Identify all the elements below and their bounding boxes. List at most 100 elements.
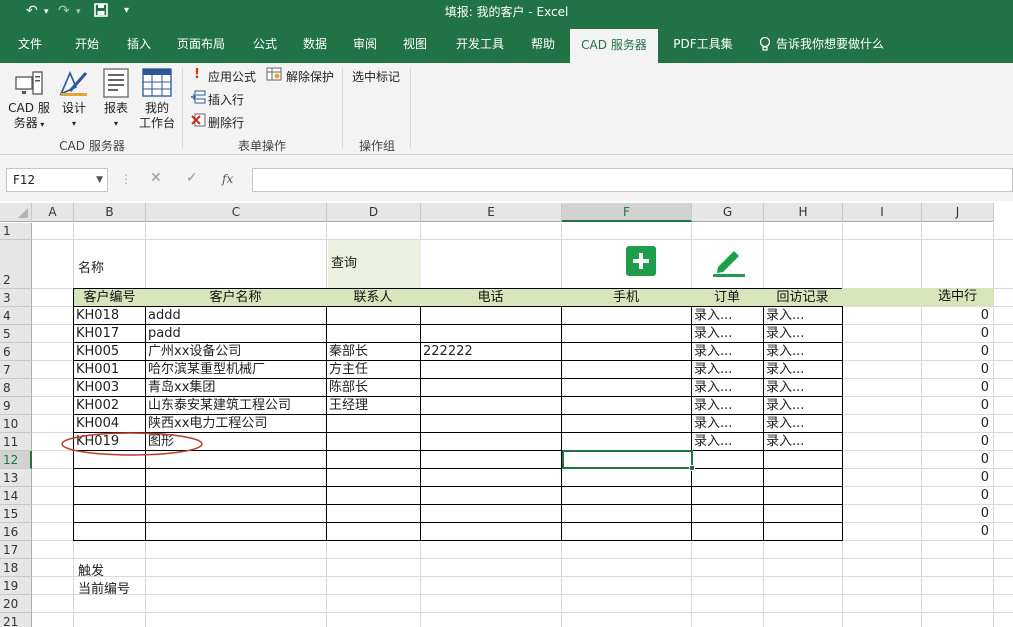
cell-order-link[interactable]: 录入... (694, 397, 764, 414)
tab-help[interactable]: 帮助 (522, 25, 564, 63)
cell-visit-link[interactable]: 录入... (766, 325, 842, 342)
row-header-21[interactable]: 21 (0, 613, 32, 627)
row-header-12[interactable]: 12 (0, 451, 32, 469)
row-header-9[interactable]: 9 (0, 397, 32, 415)
selected-cell[interactable] (562, 450, 695, 471)
cell-order-link[interactable]: 录入... (694, 379, 764, 396)
column-header-g[interactable]: G (692, 203, 764, 222)
row-header-20[interactable]: 20 (0, 595, 32, 613)
select-all-corner[interactable] (0, 203, 32, 222)
cell-customer-name[interactable]: 青岛xx集团 (148, 379, 326, 396)
tab-home[interactable]: 开始 (66, 25, 108, 63)
row-header-18[interactable]: 18 (0, 559, 32, 577)
tab-page-layout[interactable]: 页面布局 (170, 25, 232, 63)
cell-visit-link[interactable]: 录入... (766, 415, 842, 432)
tab-developer[interactable]: 开发工具 (448, 25, 512, 63)
enter-icon[interactable]: ✓ (186, 170, 198, 186)
cell-customer-name[interactable]: 广州xx设备公司 (148, 343, 326, 360)
row-header-8[interactable]: 8 (0, 379, 32, 397)
tab-pdf-tools[interactable]: PDF工具集 (668, 25, 738, 63)
unprotect-button[interactable]: 解除保护 (286, 68, 334, 85)
add-record-button[interactable] (626, 246, 656, 276)
cell-contact[interactable]: 秦部长 (329, 343, 421, 360)
worksheet[interactable]: ABCDEFGHIJ 1 2 3 4 5 6 7 8 9 10 11 12 13 14 15 16 17 18 19… (0, 203, 1013, 627)
edit-pencil-icon[interactable] (712, 245, 746, 280)
apply-formula-button[interactable]: 应用公式 (208, 68, 256, 85)
row-header-11[interactable]: 11 (0, 433, 32, 451)
cell-contact[interactable]: 陈部长 (329, 379, 421, 396)
row-header-13[interactable]: 13 (0, 469, 32, 487)
tab-data[interactable]: 数据 (294, 25, 336, 63)
column-header-c[interactable]: C (146, 203, 327, 222)
cad-server-button[interactable]: CAD 服 务器 ▾ (4, 101, 54, 132)
row-header-3[interactable]: 3 (0, 289, 32, 307)
row-header-2[interactable]: 2 (0, 240, 32, 289)
row-header-17[interactable]: 17 (0, 541, 32, 559)
tab-formulas[interactable]: 公式 (244, 25, 286, 63)
tab-insert[interactable]: 插入 (118, 25, 160, 63)
cell-visit-link[interactable]: 录入... (766, 397, 842, 414)
row-header-5[interactable]: 5 (0, 325, 32, 343)
cell-customer-name[interactable]: 山东泰安某建筑工程公司 (148, 397, 326, 414)
cad-server-icon[interactable] (14, 69, 44, 102)
name-box[interactable]: F12 ▼ (6, 168, 108, 192)
cell-order-link[interactable]: 录入... (694, 361, 764, 378)
cell-visit-link[interactable]: 录入... (766, 379, 842, 396)
cell-visit-link[interactable]: 录入... (766, 307, 842, 324)
cell-customer-id[interactable]: KH017 (76, 325, 146, 342)
column-header-j[interactable]: J (922, 203, 994, 222)
cell-order-link[interactable]: 录入... (694, 343, 764, 360)
row-header-15[interactable]: 15 (0, 505, 32, 523)
tab-view[interactable]: 视图 (394, 25, 436, 63)
cell-customer-name[interactable]: padd (148, 325, 326, 342)
column-header-i[interactable]: I (843, 203, 922, 222)
cell-phone[interactable]: 222222 (423, 343, 561, 360)
insert-row-button[interactable]: 插入行 (208, 91, 244, 108)
tell-me-search[interactable]: 告诉我你想要做什么 (776, 25, 888, 63)
cell-visit-link[interactable]: 录入... (766, 361, 842, 378)
column-header-f[interactable]: F (562, 203, 692, 222)
row-header-16[interactable]: 16 (0, 523, 32, 541)
cell-customer-id[interactable]: KH018 (76, 307, 146, 324)
cell-order-link[interactable]: 录入... (694, 325, 764, 342)
insert-function-icon[interactable]: fx (222, 172, 233, 186)
cell-order-link[interactable]: 录入... (694, 433, 764, 450)
tab-cad-server[interactable]: CAD 服务器 (570, 29, 658, 63)
report-button[interactable]: 报表 ▾ (98, 101, 134, 131)
cell-customer-id[interactable]: KH005 (76, 343, 146, 360)
row-header-1[interactable]: 1 (0, 223, 32, 240)
tab-review[interactable]: 审阅 (344, 25, 386, 63)
row-header-6[interactable]: 6 (0, 343, 32, 361)
design-icon[interactable] (58, 67, 90, 102)
cell-customer-id[interactable]: KH002 (76, 397, 146, 414)
column-header-d[interactable]: D (327, 203, 421, 222)
formula-input[interactable] (252, 168, 1013, 192)
column-header-e[interactable]: E (421, 203, 562, 222)
cell-customer-name[interactable]: 哈尔滨某重型机械厂 (148, 361, 326, 378)
design-button[interactable]: 设计 ▾ (56, 101, 92, 131)
tab-file[interactable]: 文件 (10, 25, 50, 63)
row-header-14[interactable]: 14 (0, 487, 32, 505)
row-header-10[interactable]: 10 (0, 415, 32, 433)
delete-row-button[interactable]: 删除行 (208, 114, 244, 131)
column-header-h[interactable]: H (764, 203, 843, 222)
name-box-dropdown-icon[interactable]: ▼ (96, 169, 103, 191)
column-header-b[interactable]: B (74, 203, 146, 222)
cell-order-link[interactable]: 录入... (694, 307, 764, 324)
cell-customer-id[interactable]: KH001 (76, 361, 146, 378)
cell-customer-name[interactable]: addd (148, 307, 326, 324)
report-icon[interactable] (103, 68, 129, 101)
row-header-19[interactable]: 19 (0, 577, 32, 595)
cell-order-link[interactable]: 录入... (694, 415, 764, 432)
cell-contact[interactable]: 方主任 (329, 361, 421, 378)
column-header-a[interactable]: A (32, 203, 74, 222)
cancel-icon[interactable]: ✕ (150, 170, 162, 186)
select-mark-button[interactable]: 选中标记 (352, 68, 400, 85)
query-cell[interactable]: 查询 (328, 240, 421, 288)
row-header-4[interactable]: 4 (0, 307, 32, 325)
cell-contact[interactable]: 王经理 (329, 397, 421, 414)
cell-visit-link[interactable]: 录入... (766, 343, 842, 360)
workbench-icon[interactable] (142, 68, 172, 101)
my-workbench-button[interactable]: 我的 工作台 (136, 101, 178, 131)
row-header-7[interactable]: 7 (0, 361, 32, 379)
